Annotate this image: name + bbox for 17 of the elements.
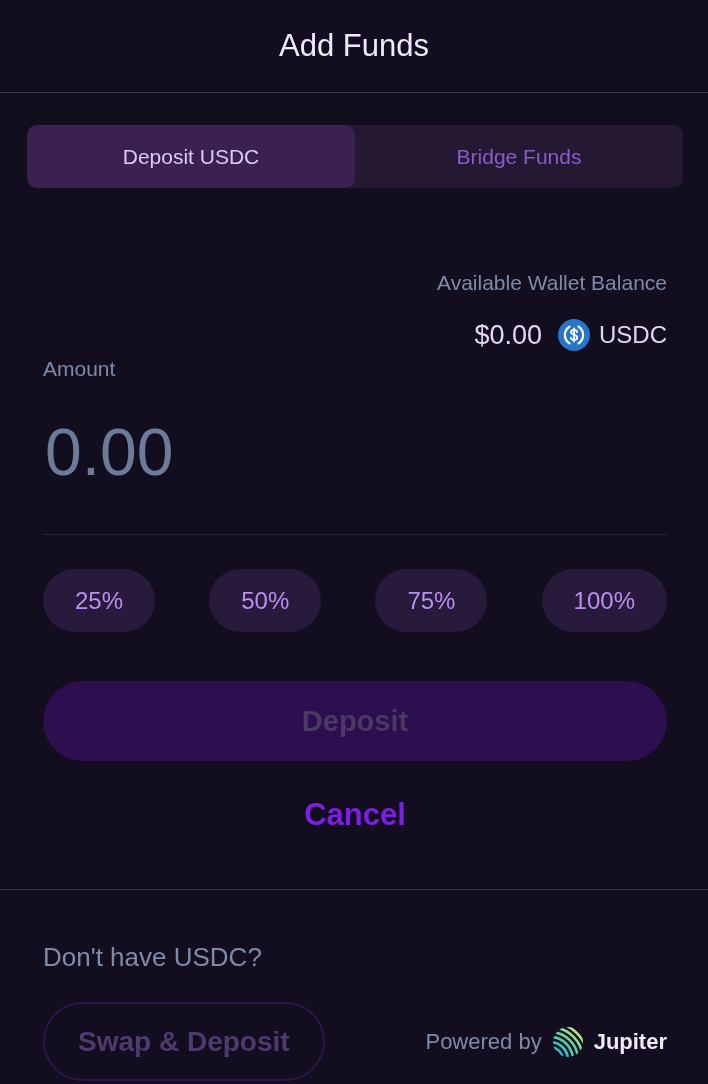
percent-button[interactable]: 75%	[375, 569, 488, 632]
balance-label: Available Wallet Balance	[437, 270, 667, 296]
tab[interactable]: Deposit USDC	[27, 125, 355, 188]
powered-by-label: Powered by	[425, 1028, 542, 1055]
tab[interactable]: Bridge Funds	[355, 125, 683, 188]
amount-label: Amount	[43, 356, 117, 382]
percent-button[interactable]: 100%	[541, 569, 667, 632]
amount-input[interactable]: 0.00	[43, 402, 667, 535]
token-label: USDC	[599, 320, 667, 350]
provider-name: Jupiter	[593, 1028, 667, 1055]
prompt-text: Don't have USDC?	[43, 942, 263, 972]
percent-button[interactable]: 25%	[43, 569, 156, 632]
striped-sphere-icon	[551, 1025, 584, 1058]
dollar-coin-icon	[558, 319, 590, 351]
percent-button[interactable]: 50%	[209, 569, 322, 632]
dialog-title: Add Funds	[279, 27, 429, 65]
balance-amount: $0.00	[474, 319, 542, 352]
